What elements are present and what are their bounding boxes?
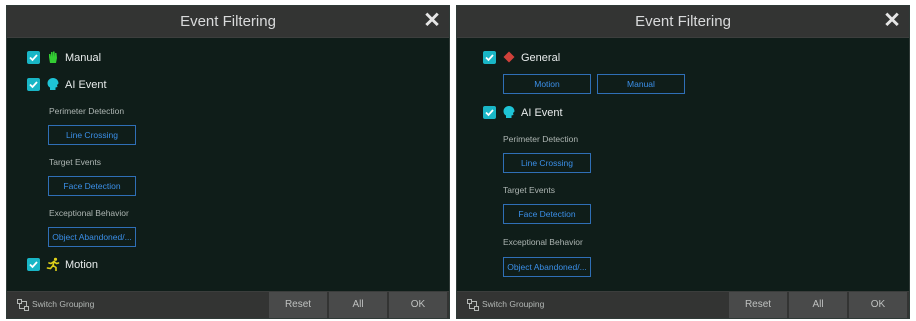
switch-grouping-icon xyxy=(17,299,29,311)
section-label-target-events: Target Events xyxy=(503,185,555,195)
close-icon[interactable]: ✕ xyxy=(421,9,443,33)
dialog-footer: Switch Grouping Reset All OK xyxy=(457,291,909,318)
category-label-motion: Motion xyxy=(65,259,99,271)
section-label-exceptional-behavior: Exceptional Behavior xyxy=(503,237,583,247)
motion-button[interactable]: Motion xyxy=(503,74,591,94)
section-label-exceptional-behavior: Exceptional Behavior xyxy=(49,208,129,218)
reset-button[interactable]: Reset xyxy=(269,292,327,318)
dialog-title: Event Filtering xyxy=(180,13,276,30)
manual-button[interactable]: Manual xyxy=(597,74,685,94)
category-label-manual: Manual xyxy=(65,52,102,64)
diamond-icon xyxy=(503,51,515,63)
category-label-general: General xyxy=(521,52,561,64)
ai-event-checkbox[interactable] xyxy=(27,78,40,91)
switch-grouping-icon xyxy=(467,299,479,311)
line-crossing-button[interactable]: Line Crossing xyxy=(48,125,136,145)
ai-head-icon xyxy=(503,106,515,118)
face-detection-button[interactable]: Face Detection xyxy=(48,176,136,196)
motion-checkbox[interactable] xyxy=(27,258,40,271)
all-button[interactable]: All xyxy=(329,292,387,318)
face-detection-button[interactable]: Face Detection xyxy=(503,204,591,224)
category-label-ai-event: AI Event xyxy=(65,79,107,91)
close-icon[interactable]: ✕ xyxy=(881,9,903,33)
general-checkbox[interactable] xyxy=(483,51,496,64)
section-label-perimeter-detection: Perimeter Detection xyxy=(49,106,125,116)
running-person-icon xyxy=(46,257,60,271)
dialog-title: Event Filtering xyxy=(635,13,731,30)
switch-grouping-label: Switch Grouping xyxy=(482,299,545,309)
event-filtering-dialog-left: Event Filtering ✕ Manual AI Event Perime… xyxy=(6,5,450,319)
hand-icon xyxy=(49,51,57,63)
reset-button[interactable]: Reset xyxy=(729,292,787,318)
ok-button[interactable]: OK xyxy=(389,292,447,318)
line-crossing-button[interactable]: Line Crossing xyxy=(503,153,591,173)
ai-event-checkbox[interactable] xyxy=(483,106,496,119)
manual-checkbox[interactable] xyxy=(27,51,40,64)
section-label-target-events: Target Events xyxy=(49,157,101,167)
category-label-ai-event: AI Event xyxy=(521,107,563,119)
ai-head-icon xyxy=(47,78,59,90)
object-abandoned-button[interactable]: Object Abandoned/... xyxy=(503,257,591,277)
object-abandoned-button[interactable]: Object Abandoned/... xyxy=(48,227,136,247)
switch-grouping-label: Switch Grouping xyxy=(32,299,95,309)
dialog-footer: Switch Grouping Reset All OK xyxy=(7,291,449,318)
title-bar: Event Filtering ✕ xyxy=(7,6,449,38)
all-button[interactable]: All xyxy=(789,292,847,318)
section-label-perimeter-detection: Perimeter Detection xyxy=(503,134,579,144)
title-bar: Event Filtering ✕ xyxy=(457,6,909,38)
ok-button[interactable]: OK xyxy=(849,292,907,318)
event-filtering-dialog-right: Event Filtering ✕ General Motion Manual … xyxy=(456,5,910,319)
